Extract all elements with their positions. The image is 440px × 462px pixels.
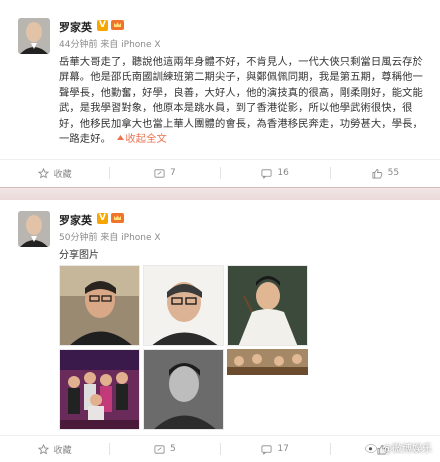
- repost-count: 5: [170, 444, 176, 454]
- photo-thumbnail[interactable]: [59, 265, 140, 346]
- comment-icon: [261, 168, 272, 179]
- collapse-link[interactable]: 收起全文: [125, 133, 167, 145]
- vip-crown-icon: [111, 20, 124, 30]
- repost-count: 7: [170, 168, 176, 178]
- comment-button[interactable]: 16: [221, 160, 330, 186]
- post-meta: 44分钟前 来自 iPhone X: [59, 40, 161, 50]
- watermark-text: @微博娱乐: [382, 444, 432, 455]
- photo-thumbnail[interactable]: [227, 265, 308, 346]
- post-caption: 分享图片: [59, 250, 99, 261]
- post-text: 岳華大哥走了，聽說他這兩年身體不好，不肯見人，一代大俠只剩當日風云存於屏幕。他是…: [59, 55, 431, 147]
- repost-icon: [154, 444, 165, 454]
- collapse-icon: [117, 135, 125, 141]
- repost-button[interactable]: 5: [110, 436, 219, 462]
- repost-icon: [154, 168, 165, 178]
- star-icon: [37, 167, 49, 178]
- author-name[interactable]: 罗家英: [59, 212, 92, 228]
- comment-count: 17: [277, 444, 289, 454]
- weibo-post: 罗家英 V 44分钟前 来自 iPhone X 岳華大哥走了，聽說他這兩年身體不…: [0, 0, 440, 187]
- action-bar: 收藏 7 16 55: [0, 159, 440, 186]
- favorite-button[interactable]: 收藏: [0, 436, 109, 462]
- avatar[interactable]: [18, 211, 50, 247]
- weibo-logo-icon: [365, 442, 379, 453]
- post-text-content: 岳華大哥走了，聽說他這兩年身體不好，不肯見人，一代大俠只剩當日風云存於屏幕。他是…: [59, 56, 423, 146]
- comment-count: 16: [277, 168, 289, 178]
- photo-thumbnail[interactable]: [59, 349, 140, 430]
- watermark: @微博娱乐: [365, 440, 432, 455]
- verified-icon: V: [97, 213, 108, 224]
- photo-thumbnail[interactable]: [143, 349, 224, 430]
- comment-button[interactable]: 17: [221, 436, 330, 462]
- avatar[interactable]: [18, 18, 50, 54]
- weibo-post: 罗家英 V 50分钟前 来自 iPhone X 分享图片 收藏 5 17 @微博…: [0, 200, 440, 461]
- favorite-label: 收藏: [53, 169, 72, 180]
- photo-thumbnail[interactable]: [143, 265, 224, 346]
- post-meta: 50分钟前 来自 iPhone X: [59, 233, 161, 243]
- verified-icon: V: [97, 20, 108, 31]
- star-icon: [37, 443, 49, 454]
- thumbs-up-icon: [372, 168, 382, 178]
- author-name[interactable]: 罗家英: [59, 19, 92, 35]
- comment-icon: [261, 444, 272, 455]
- vip-crown-icon: [111, 213, 124, 223]
- photo-thumbnail[interactable]: [227, 349, 308, 430]
- favorite-button[interactable]: 收藏: [0, 160, 109, 186]
- favorite-label: 收藏: [53, 445, 72, 456]
- repost-button[interactable]: 7: [110, 160, 219, 186]
- like-count: 55: [387, 168, 400, 178]
- like-button[interactable]: 55: [331, 160, 440, 186]
